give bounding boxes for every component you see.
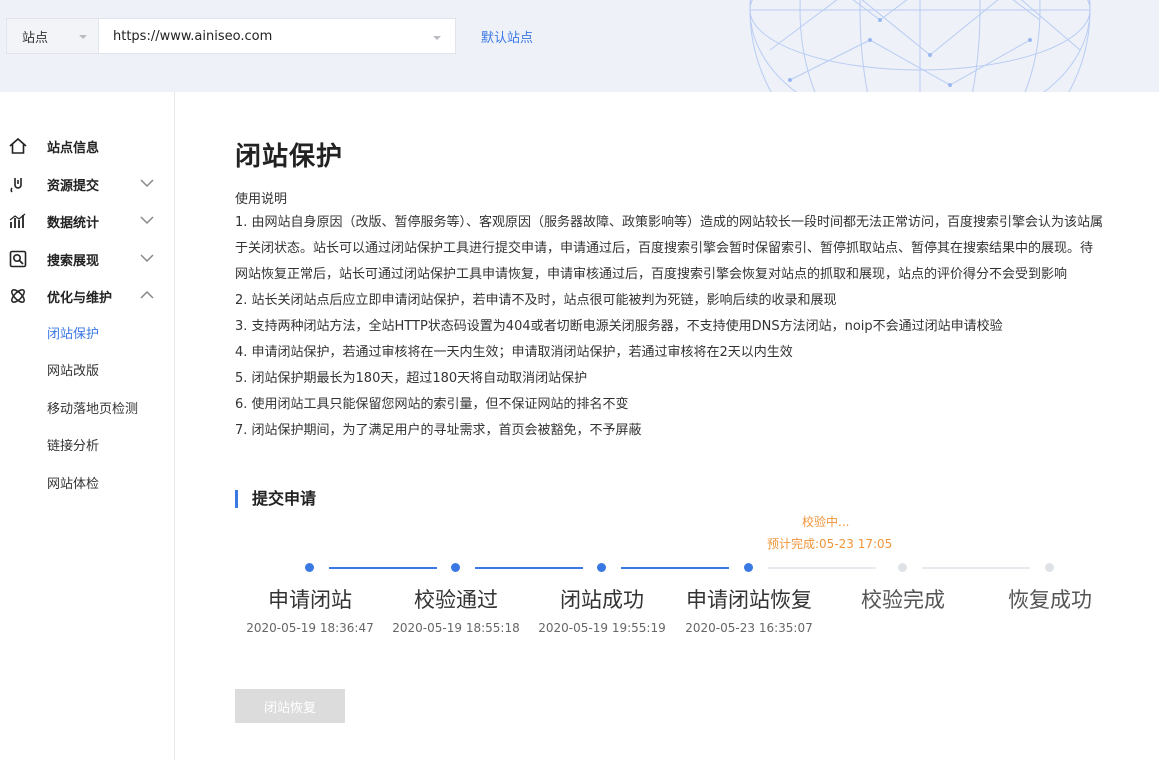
rule-item: 2. 站长关闭站点后应立即申请闭站保护，若申请不及时，站点很可能被判为死链，影响… (235, 293, 837, 308)
step-label: 恢复成功 (1008, 588, 1092, 612)
step-dot (305, 563, 314, 572)
restore-site-button[interactable]: 闭站恢复 (235, 689, 345, 723)
sidebar: 站点信息 资源提交 数据统计 搜索展现 优化与维护 闭站保护 网站改版 移动落地… (0, 92, 175, 760)
sidebar-subitem-site-checkup[interactable]: 网站体检 (47, 473, 99, 492)
sidebar-subitem-site-revision[interactable]: 网站改版 (47, 360, 99, 379)
chevron-down-icon (433, 36, 441, 40)
rule-item: 1. 由网站自身原因（改版、暂停服务等）、客观原因（服务器故障、政策影响等）造成… (235, 215, 1104, 282)
step-label: 闭站成功 (560, 588, 644, 612)
rule-item: 5. 闭站保护期最长为180天，超过180天将自动取消闭站保护 (235, 371, 588, 386)
step-label: 校验通过 (414, 588, 498, 612)
chevron-up-icon (140, 290, 154, 299)
sidebar-item-label: 站点信息 (47, 140, 100, 156)
chevron-down-icon (140, 216, 154, 225)
usage-rules: 1. 由网站自身原因（改版、暂停服务等）、客观原因（服务器故障、政策影响等）造成… (235, 210, 1105, 444)
step-connector (329, 567, 437, 569)
step-connector (768, 567, 876, 569)
step-label: 申请闭站 (268, 588, 352, 612)
step-dot (898, 563, 907, 572)
step-dot (1045, 563, 1054, 572)
globe-decoration-icon (749, 0, 1091, 92)
top-header: 站点 https://www.ainiseo.com 默认站点 (0, 0, 1159, 92)
step-connector (922, 567, 1030, 569)
verification-status: 校验中... (802, 515, 850, 529)
chevron-down-icon (140, 254, 154, 263)
sidebar-item-label: 数据统计 (47, 215, 100, 231)
site-url-value: https://www.ainiseo.com (113, 28, 273, 44)
home-icon (9, 137, 27, 154)
link-icon (10, 178, 22, 193)
step-connector (475, 567, 583, 569)
step-connector (621, 567, 729, 569)
step-time: 2020-05-19 19:55:19 (538, 621, 666, 635)
chevron-down-icon (140, 179, 154, 188)
step-dot (451, 563, 460, 572)
sidebar-item-data-stats[interactable]: 数据统计 (0, 206, 175, 236)
verification-eta: 预计完成:05-23 17:05 (767, 537, 893, 551)
step-label: 申请闭站恢复 (686, 588, 812, 612)
chevron-down-icon (79, 35, 87, 39)
step-dot (744, 563, 753, 572)
sidebar-item-resource-submit[interactable]: 资源提交 (0, 169, 175, 199)
sidebar-subitem-site-protection[interactable]: 闭站保护 (47, 323, 99, 342)
site-url-select[interactable]: https://www.ainiseo.com (98, 18, 456, 54)
rule-item: 6. 使用闭站工具只能保留您网站的索引量，但不保证网站的排名不变 (235, 397, 629, 412)
sidebar-item-label: 资源提交 (47, 178, 100, 194)
rule-item: 3. 支持两种闭站方法，全站HTTP状态码设置为404或者切断电源关闭服务器，不… (235, 319, 1003, 334)
sidebar-item-search-view[interactable]: 搜索展现 (0, 244, 175, 274)
step-time: 2020-05-19 18:36:47 (246, 621, 374, 635)
progress-steps: 申请闭站 校验通过 闭站成功 申请闭站恢复 校验完成 恢复成功 2020-05-… (235, 554, 1135, 654)
tools-icon (11, 289, 25, 303)
sidebar-item-optimize-maintain[interactable]: 优化与维护 (0, 281, 175, 311)
sidebar-subitem-link-analysis[interactable]: 链接分析 (47, 435, 99, 454)
sidebar-item-label: 搜索展现 (47, 253, 100, 269)
default-site-link[interactable]: 默认站点 (481, 27, 533, 46)
step-time: 2020-05-23 16:35:07 (685, 621, 813, 635)
section-title-submit: 提交申请 (235, 490, 316, 508)
sidebar-item-site-info[interactable]: 站点信息 (0, 131, 175, 161)
step-dot (597, 563, 606, 572)
chart-icon (9, 213, 26, 228)
rule-item: 7. 闭站保护期间，为了满足用户的寻址需求，首页会被豁免，不予屏蔽 (235, 423, 642, 438)
sidebar-item-label: 优化与维护 (47, 290, 113, 306)
usage-instructions-title: 使用说明 (235, 192, 288, 207)
step-label: 校验完成 (861, 588, 945, 612)
site-type-label: 站点 (22, 30, 49, 46)
site-type-select[interactable]: 站点 (6, 18, 99, 54)
search-view-icon (9, 250, 27, 268)
step-time: 2020-05-19 18:55:18 (392, 621, 520, 635)
rule-item: 4. 申请闭站保护，若通过审核将在一天内生效；申请取消闭站保护，若通过审核将在2… (235, 345, 793, 360)
sidebar-subitem-mobile-landing-check[interactable]: 移动落地页检测 (47, 398, 138, 417)
page-title: 闭站保护 (235, 142, 344, 172)
